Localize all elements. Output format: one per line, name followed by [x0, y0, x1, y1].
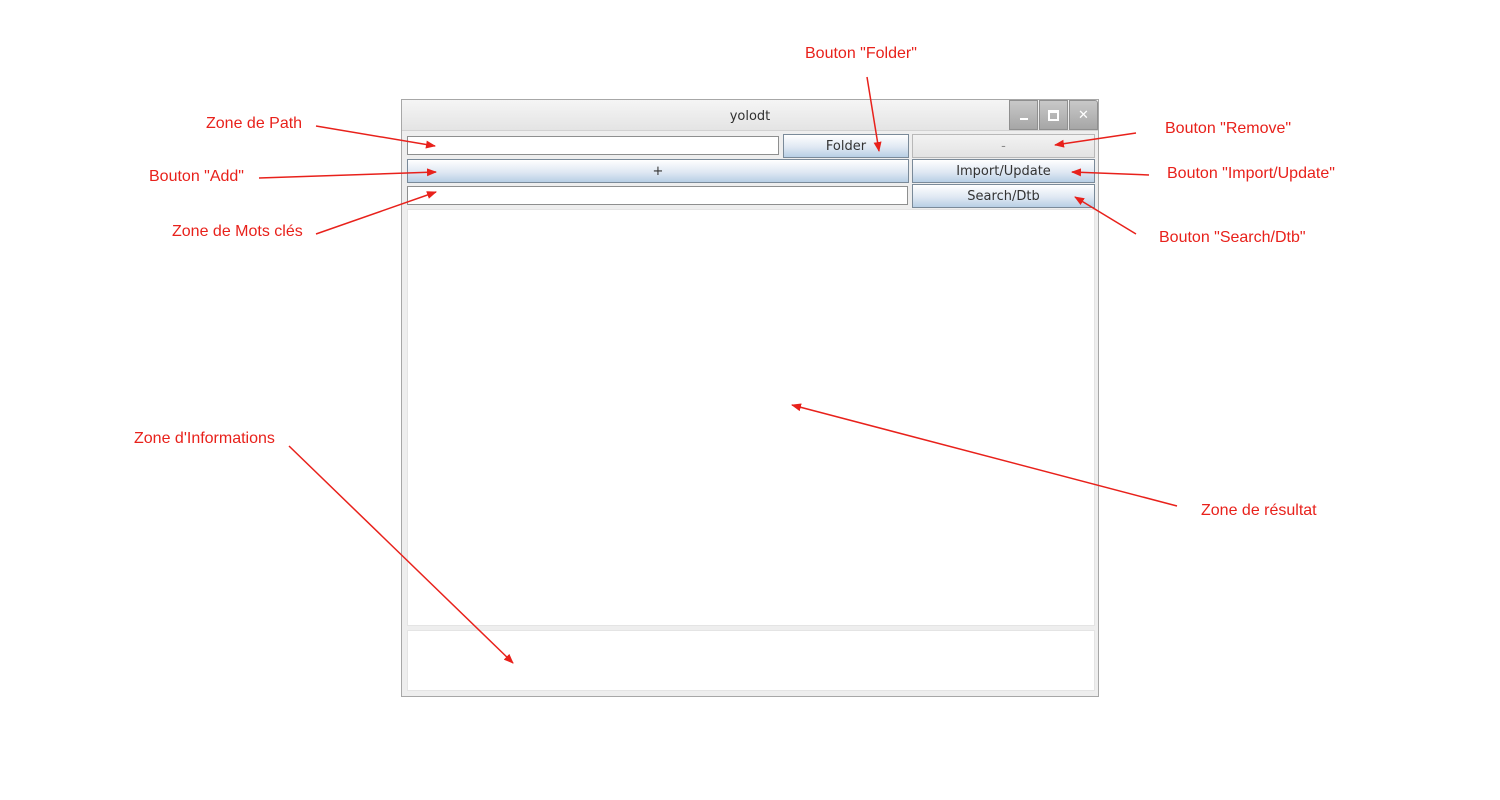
stage: yolodt ✕ Folder - + Import/Update Search… [0, 0, 1500, 800]
result-area[interactable] [407, 209, 1095, 626]
close-button[interactable]: ✕ [1069, 100, 1098, 130]
window-title: yolodt [729, 109, 771, 124]
annotation-remove: Bouton "Remove" [1165, 120, 1292, 137]
annotation-path: Zone de Path [206, 115, 303, 132]
keywords-input[interactable] [407, 186, 908, 205]
annotation-import: Bouton "Import/Update" [1167, 165, 1335, 182]
title-bar[interactable]: yolodt ✕ [402, 100, 1098, 131]
app-window: yolodt ✕ Folder - + Import/Update Search… [401, 99, 1099, 697]
annotation-informations: Zone d'Informations [134, 430, 275, 447]
window-controls: ✕ [1008, 100, 1098, 130]
search-dtb-button[interactable]: Search/Dtb [912, 184, 1095, 208]
annotation-search: Bouton "Search/Dtb" [1159, 229, 1306, 246]
remove-button[interactable]: - [912, 134, 1095, 158]
maximize-icon [1048, 109, 1059, 121]
maximize-button[interactable] [1039, 100, 1068, 130]
path-input[interactable] [407, 136, 779, 155]
add-button[interactable]: + [407, 159, 909, 183]
minimize-button[interactable] [1009, 100, 1038, 130]
annotation-keywords: Zone de Mots clés [172, 223, 303, 240]
annotation-add: Bouton "Add" [149, 168, 244, 185]
close-icon: ✕ [1078, 107, 1089, 123]
annotation-result: Zone de résultat [1201, 502, 1317, 519]
folder-button[interactable]: Folder [783, 134, 909, 158]
minimize-icon [1019, 118, 1028, 120]
annotation-folder: Bouton "Folder" [805, 45, 917, 62]
import-update-button[interactable]: Import/Update [912, 159, 1095, 183]
info-area[interactable] [407, 630, 1095, 691]
